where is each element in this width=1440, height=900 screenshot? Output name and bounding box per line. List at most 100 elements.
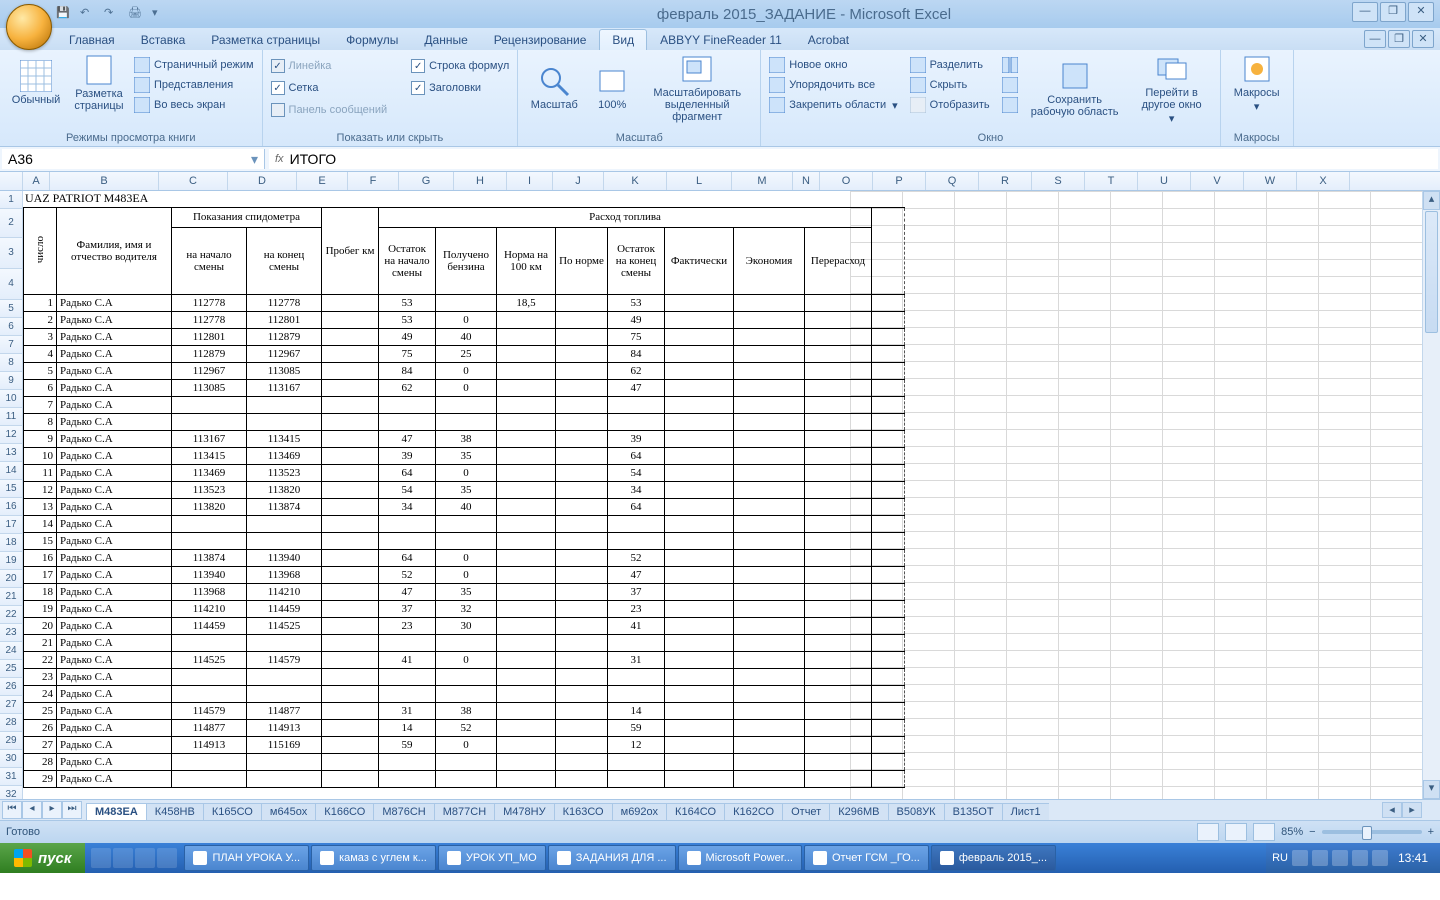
sheet-tab[interactable]: Лист1 — [1002, 803, 1049, 820]
fx-icon[interactable]: fx — [275, 153, 284, 165]
row-header[interactable]: 1 — [0, 191, 23, 209]
col-header-H[interactable]: H — [454, 172, 507, 190]
switch-window-button[interactable]: Перейти в другое окно▾ — [1132, 53, 1212, 125]
worksheet-grid[interactable]: 1234567891011121314151617181920212223242… — [0, 191, 1440, 799]
ribbon-tab-Вставка[interactable]: Вставка — [128, 29, 199, 50]
col-header-D[interactable]: D — [228, 172, 297, 190]
view-normal-button[interactable]: Обычный — [8, 53, 64, 113]
ribbon-tab-Acrobat[interactable]: Acrobat — [795, 29, 862, 50]
select-all[interactable] — [0, 172, 23, 190]
col-header-O[interactable]: O — [820, 172, 873, 190]
horizontal-scrollbar[interactable]: ◂▸ — [1382, 802, 1422, 818]
explorer-icon[interactable] — [157, 848, 177, 868]
col-header-G[interactable]: G — [399, 172, 454, 190]
sheet-tab[interactable]: Отчет — [782, 803, 830, 820]
table-row[interactable]: 4Радько С.А112879112967752584 — [24, 346, 905, 363]
sheet-title-cell[interactable]: UAZ PATRIOT М483ЕА — [23, 191, 905, 207]
row-header[interactable]: 14 — [0, 462, 23, 480]
taskbar-button[interactable]: ПЛАН УРОКА У... — [184, 845, 309, 871]
fullscreen-button[interactable]: Во весь экран — [134, 97, 254, 113]
firefox-icon[interactable] — [113, 848, 133, 868]
tray-icon[interactable] — [1372, 850, 1388, 866]
col-header-U[interactable]: U — [1138, 172, 1191, 190]
mdi-minimize[interactable]: — — [1364, 30, 1386, 48]
row-header[interactable]: 10 — [0, 390, 23, 408]
row-header[interactable]: 28 — [0, 714, 23, 732]
col-header-F[interactable]: F — [348, 172, 399, 190]
ribbon-tab-ABBYY FineReader 11[interactable]: ABBYY FineReader 11 — [647, 29, 795, 50]
sheet-tab[interactable]: В135ОТ — [944, 803, 1003, 820]
scroll-up-icon[interactable]: ▴ — [1423, 191, 1440, 210]
col-header-S[interactable]: S — [1032, 172, 1085, 190]
col-header-P[interactable]: P — [873, 172, 926, 190]
table-row[interactable]: 17Радько С.А11394011396852047 — [24, 567, 905, 584]
table-row[interactable]: 7Радько С.А — [24, 397, 905, 414]
table-row[interactable]: 6Радько С.А11308511316762047 — [24, 380, 905, 397]
save-icon[interactable]: 💾 — [56, 6, 72, 22]
row-header[interactable]: 17 — [0, 516, 23, 534]
office-button[interactable] — [6, 4, 52, 50]
row-header[interactable]: 4 — [0, 269, 23, 300]
mdi-close[interactable]: ✕ — [1412, 30, 1434, 48]
row-header[interactable]: 20 — [0, 570, 23, 588]
ribbon-tab-Формулы[interactable]: Формулы — [333, 29, 411, 50]
pagelayout-view-icon[interactable] — [1225, 823, 1247, 841]
table-row[interactable]: 5Радько С.А11296711308584062 — [24, 363, 905, 380]
sheet-tab[interactable]: М478НУ — [494, 803, 554, 820]
new-window-button[interactable]: Новое окно — [769, 57, 897, 73]
table-row[interactable]: 22Радько С.А11452511457941031 — [24, 652, 905, 669]
gridlines-checkbox[interactable]: ✓Сетка — [271, 81, 388, 95]
sheet-tab[interactable]: В508УК — [888, 803, 945, 820]
row-header[interactable]: 22 — [0, 606, 23, 624]
row-header[interactable]: 23 — [0, 624, 23, 642]
maximize-button[interactable]: ❐ — [1380, 2, 1406, 22]
next-sheet-button[interactable]: ▸ — [42, 801, 62, 819]
row-header[interactable]: 29 — [0, 732, 23, 750]
col-header-V[interactable]: V — [1191, 172, 1244, 190]
name-box[interactable]: A36▾ — [2, 149, 265, 169]
zoom-level[interactable]: 85% — [1281, 826, 1303, 838]
col-header-K[interactable]: K — [604, 172, 667, 190]
row-header[interactable]: 8 — [0, 354, 23, 372]
sheet-tab[interactable]: К296МВ — [829, 803, 888, 820]
zoom-in-icon[interactable]: + — [1428, 826, 1434, 838]
table-row[interactable]: 26Радько С.А114877114913145259 — [24, 720, 905, 737]
ribbon-tab-Разметка страницы[interactable]: Разметка страницы — [198, 29, 333, 50]
row-header[interactable]: 6 — [0, 318, 23, 336]
table-row[interactable]: 14Радько С.А — [24, 516, 905, 533]
row-header[interactable]: 16 — [0, 498, 23, 516]
pagebreak-preview-button[interactable]: Страничный режим — [134, 57, 254, 73]
clock[interactable]: 13:41 — [1392, 851, 1434, 865]
sheet-tab[interactable]: м692ох — [612, 803, 667, 820]
ie-icon[interactable] — [91, 848, 111, 868]
table-row[interactable]: 13Радько С.А113820113874344064 — [24, 499, 905, 516]
table-row[interactable]: 25Радько С.А114579114877313814 — [24, 703, 905, 720]
table-row[interactable]: 16Радько С.А11387411394064052 — [24, 550, 905, 567]
prev-sheet-button[interactable]: ◂ — [22, 801, 42, 819]
reset-pos-button[interactable] — [1002, 97, 1018, 113]
arrange-all-button[interactable]: Упорядочить все — [769, 77, 897, 93]
table-row[interactable]: 9Радько С.А113167113415473839 — [24, 431, 905, 448]
headings-checkbox[interactable]: ✓Заголовки — [411, 81, 509, 95]
ribbon-tab-Рецензирование[interactable]: Рецензирование — [481, 29, 600, 50]
table-row[interactable]: 23Радько С.А — [24, 669, 905, 686]
chevron-down-icon[interactable]: ▾ — [251, 151, 258, 168]
split-button[interactable]: Разделить — [910, 57, 990, 73]
taskbar-button[interactable]: Отчет ГСМ _ГО... — [804, 845, 929, 871]
table-row[interactable]: 27Радько С.А11491311516959012 — [24, 737, 905, 754]
ribbon-tab-Вид[interactable]: Вид — [599, 29, 647, 50]
table-row[interactable]: 24Радько С.А — [24, 686, 905, 703]
vertical-scrollbar[interactable]: ▴ ▾ — [1422, 191, 1440, 799]
row-header[interactable]: 18 — [0, 534, 23, 552]
row-header[interactable]: 15 — [0, 480, 23, 498]
ribbon-tab-Главная[interactable]: Главная — [56, 29, 128, 50]
table-row[interactable]: 28Радько С.А — [24, 754, 905, 771]
start-button[interactable]: пуск — [0, 843, 85, 873]
row-header[interactable]: 3 — [0, 238, 23, 269]
tray-icon[interactable] — [1312, 850, 1328, 866]
zoom-100-button[interactable]: 100% — [584, 53, 640, 123]
sheet-tab[interactable]: М877СН — [434, 803, 495, 820]
row-header[interactable]: 31 — [0, 768, 23, 786]
col-header-N[interactable]: N — [793, 172, 820, 190]
desktop-icon[interactable] — [135, 848, 155, 868]
